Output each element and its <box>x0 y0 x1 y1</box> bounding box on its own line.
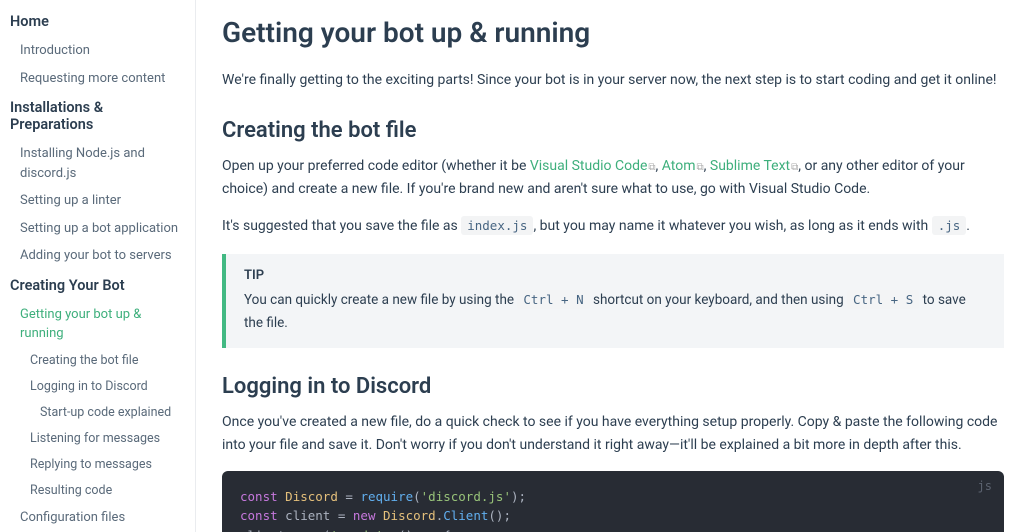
sidebar-nav: Home Introduction Requesting more conten… <box>0 0 196 532</box>
heading-creating-bot-file: Creating the bot file <box>222 118 1004 143</box>
link-sublime[interactable]: Sublime Text⧉ <box>710 158 798 174</box>
tip-text: You can quickly create a new file by usi… <box>244 289 986 334</box>
code-js-ext: .js <box>932 216 967 235</box>
sidebar-item-listening-messages[interactable]: Listening for messages <box>0 426 195 452</box>
sidebar-item-introduction[interactable]: Introduction <box>0 37 195 65</box>
sidebar-item-startup-code[interactable]: Start-up code explained <box>0 400 195 426</box>
sidebar-item-requesting-content[interactable]: Requesting more content <box>0 65 195 93</box>
sidebar-item-creating-bot-file[interactable]: Creating the bot file <box>0 348 195 374</box>
sidebar-item-resulting-code[interactable]: Resulting code <box>0 478 195 504</box>
link-vscode[interactable]: Visual Studio Code⧉ <box>530 158 656 174</box>
tip-label: TIP <box>244 268 986 283</box>
tip-box: TIP You can quickly create a new file by… <box>222 254 1004 348</box>
code-ctrl-s: Ctrl + S <box>847 290 919 309</box>
sidebar-item-logging-in-discord[interactable]: Logging in to Discord <box>0 374 195 400</box>
paragraph-editor-choice: Open up your preferred code editor (whet… <box>222 155 1004 201</box>
external-link-icon: ⧉ <box>648 162 655 173</box>
sidebar-item-setting-bot-app[interactable]: Setting up a bot application <box>0 215 195 243</box>
main-content: Getting your bot up & running We're fina… <box>196 0 1024 532</box>
paragraph-filename-suggestion: It's suggested that you save the file as… <box>222 215 1004 238</box>
code-ctrl-n: Ctrl + N <box>517 290 589 309</box>
sidebar-section-home[interactable]: Home <box>0 6 195 37</box>
sidebar-item-installing-node[interactable]: Installing Node.js and discord.js <box>0 140 195 187</box>
sidebar-item-getting-bot-running[interactable]: Getting your bot up & running <box>0 301 195 348</box>
sidebar-item-configuration-files[interactable]: Configuration files <box>0 504 195 532</box>
code-block: js const Discord = require('discord.js')… <box>222 471 1004 532</box>
code-lang-label: js <box>978 477 992 496</box>
sidebar-item-replying-messages[interactable]: Replying to messages <box>0 452 195 478</box>
heading-logging-in: Logging in to Discord <box>222 374 1004 399</box>
sidebar-item-setting-linter[interactable]: Setting up a linter <box>0 187 195 215</box>
paragraph-logging-in: Once you've created a new file, do a qui… <box>222 411 1004 457</box>
sidebar-section-installations[interactable]: Installations & Preparations <box>0 92 195 140</box>
external-link-icon: ⧉ <box>697 162 704 173</box>
page-title: Getting your bot up & running <box>222 16 1004 49</box>
intro-paragraph: We're finally getting to the exciting pa… <box>222 69 1004 92</box>
code-indexjs: index.js <box>461 216 533 235</box>
sidebar-section-creating-bot[interactable]: Creating Your Bot <box>0 270 195 301</box>
link-atom[interactable]: Atom⧉ <box>662 158 704 174</box>
sidebar-item-adding-bot-servers[interactable]: Adding your bot to servers <box>0 242 195 270</box>
